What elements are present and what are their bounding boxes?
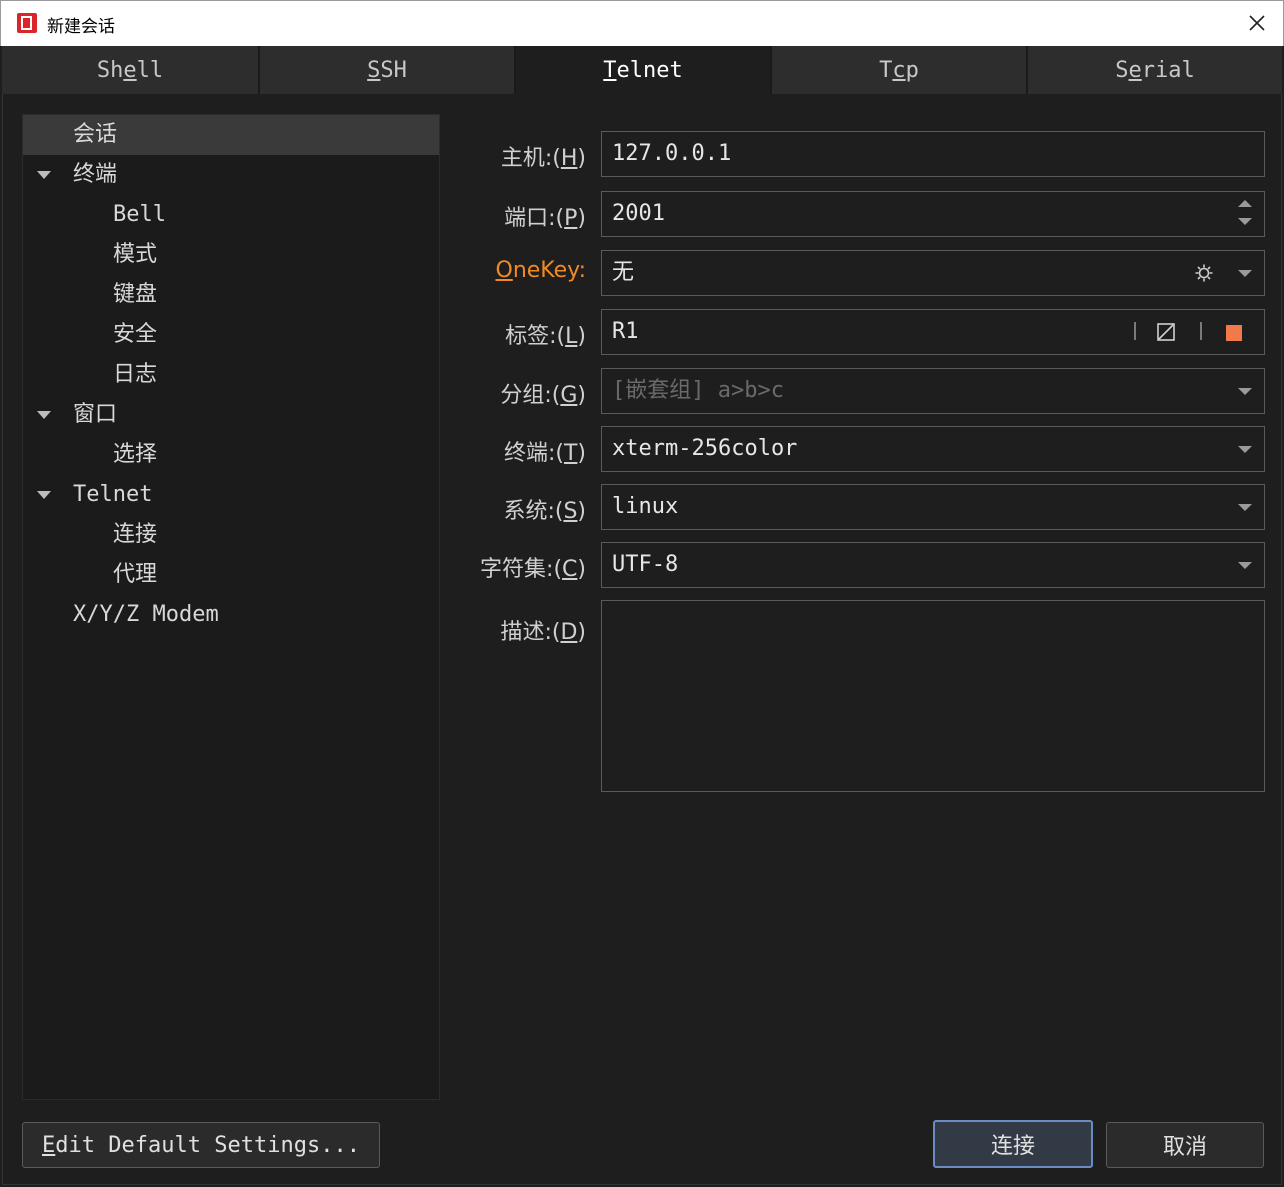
protocol-tabs: Sh e ll S SH Telnet Tcp Se rial [0,46,1284,94]
tab-ssh[interactable]: S SH [260,46,516,94]
tree-item-window[interactable]: 窗口 [23,395,439,435]
charset-select[interactable]: UTF-8 [601,542,1265,588]
port-label: 端口:(P) [504,206,586,231]
category-tree: 会话 终端 Bell 模式 键盘 安全 日志 窗口 选择 Telnet 连接 代… [22,114,440,1100]
gear-icon[interactable] [1194,263,1214,283]
host-input[interactable]: 127.0.0.1 [601,131,1265,177]
tab-telnet[interactable]: Telnet [516,46,772,94]
chevron-down-icon[interactable] [1238,446,1252,453]
system-label: 系统:(S) [503,499,586,524]
tree-item-session[interactable]: 会话 [23,115,439,155]
tab-serial[interactable]: Se rial [1028,46,1282,94]
tree-item-log[interactable]: 日志 [23,355,439,395]
tab-shell[interactable]: Sh e ll [2,46,260,94]
terminal-label: 终端:(T) [503,441,586,466]
charset-label: 字符集:(C) [480,557,586,582]
onekey-select[interactable]: 无 [601,250,1265,296]
tree-item-security[interactable]: 安全 [23,315,439,355]
spin-down-icon[interactable] [1238,218,1252,225]
connect-button[interactable]: 连接 [933,1120,1093,1168]
terminal-type-select[interactable]: xterm-256color [601,426,1265,472]
tab-tcp[interactable]: Tcp [772,46,1028,94]
group-select[interactable]: [嵌套组] a>b>c [601,368,1265,414]
system-value: linux [612,494,679,519]
group-label: 分组:(G) [500,383,586,408]
charset-value: UTF-8 [612,552,679,577]
chevron-down-icon[interactable] [1238,270,1252,277]
edit-default-settings-button[interactable]: Edit Default Settings... [22,1122,380,1168]
cancel-button[interactable]: 取消 [1106,1122,1264,1168]
tag-color-swatch[interactable] [1226,325,1242,341]
description-label: 描述:(D) [500,620,586,645]
tree-item-bell[interactable]: Bell [23,195,439,235]
window-title: 新建会话 [47,17,115,37]
tree-item-proxy[interactable]: 代理 [23,555,439,595]
divider [1134,322,1136,340]
tree-item-selection[interactable]: 选择 [23,435,439,475]
tag-input[interactable]: R1 [601,309,1265,355]
chevron-down-icon[interactable] [37,411,51,419]
tree-item-telnet[interactable]: Telnet [23,475,439,515]
tree-item-xyz-modem[interactable]: X/Y/Z Modem [23,595,439,635]
clear-color-icon[interactable] [1156,322,1176,342]
port-spinbox[interactable]: 2001 [601,191,1265,237]
tag-value: R1 [612,319,639,344]
divider [1200,322,1202,340]
host-label: 主机:(H) [500,146,586,171]
title-bar: 新建会话 [0,0,1284,46]
group-placeholder: [嵌套组] a>b>c [612,378,784,403]
terminal-type-value: xterm-256color [612,436,798,461]
tree-item-terminal[interactable]: 终端 [23,155,439,195]
system-select[interactable]: linux [601,484,1265,530]
chevron-down-icon[interactable] [37,491,51,499]
chevron-down-icon[interactable] [1238,562,1252,569]
port-value: 2001 [612,201,665,226]
tree-item-keyboard[interactable]: 键盘 [23,275,439,315]
tag-label: 标签:(L) [505,324,586,349]
app-logo-icon [17,13,37,33]
close-icon[interactable] [1245,11,1269,35]
onekey-value: 无 [612,260,635,285]
chevron-down-icon[interactable] [1238,388,1252,395]
tree-item-mode[interactable]: 模式 [23,235,439,275]
chevron-down-icon[interactable] [37,171,51,179]
tree-item-connection[interactable]: 连接 [23,515,439,555]
onekey-label: OneKey: [495,258,586,283]
description-textarea[interactable] [601,600,1265,792]
spin-up-icon[interactable] [1238,200,1252,207]
chevron-down-icon[interactable] [1238,504,1252,511]
host-value: 127.0.0.1 [612,141,732,166]
